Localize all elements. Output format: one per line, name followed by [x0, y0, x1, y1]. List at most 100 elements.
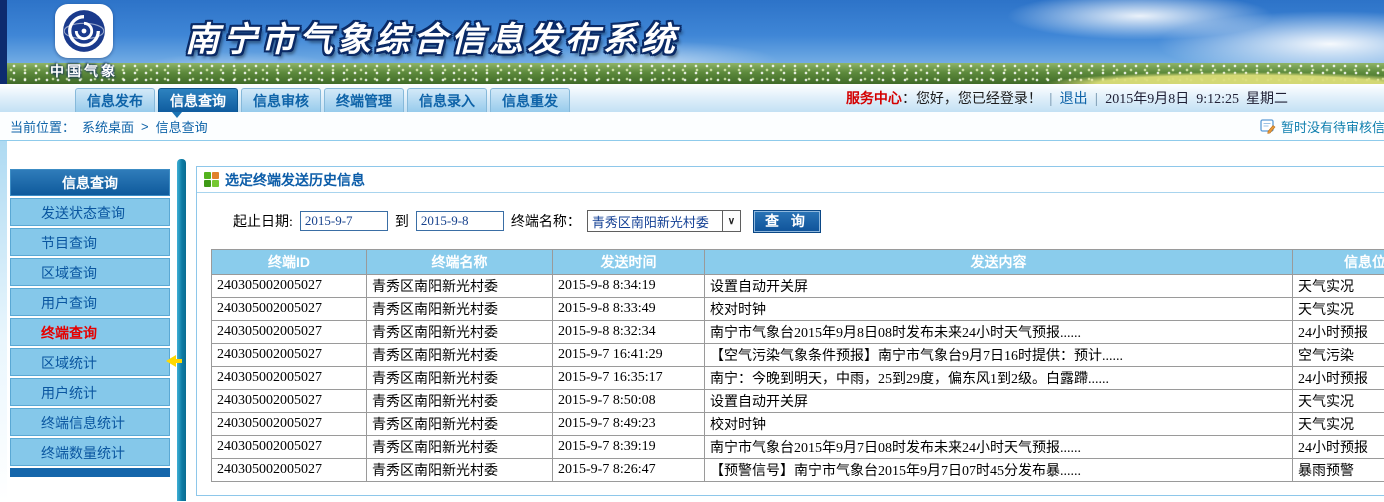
table-cell: 24小时预报 — [1293, 436, 1384, 459]
breadcrumb: 当前位置： 系统桌面 > 信息查询 — [10, 117, 208, 136]
table-cell: 240305002005027 — [212, 459, 367, 482]
table-cell: 校对时钟 — [705, 413, 1293, 436]
nav-separator: | — [1049, 90, 1053, 106]
sidebar-item[interactable]: 发送状态查询 — [10, 198, 170, 226]
logout-link[interactable]: 退出 — [1060, 88, 1088, 108]
table-cell: 南宁市气象台2015年9月8日08时发布未来24小时天气预报...... — [705, 321, 1293, 344]
nav-tab[interactable]: 信息录入 — [407, 88, 487, 112]
date-range-label: 起止日期: — [233, 211, 293, 231]
table-cell: 【预警信号】南宁市气象台2015年9月7日07时45分发布暴...... — [705, 459, 1293, 482]
table-cell: 24小时预报 — [1293, 321, 1384, 344]
nav-separator: | — [1095, 90, 1099, 106]
nav-right: 服务中心 ： 您好，您已经登录！ | 退出 | 2015年9月8日 9:12:2… — [846, 84, 1288, 112]
service-center-colon: ： — [902, 88, 916, 108]
terminal-name-label: 终端名称： — [511, 211, 581, 231]
table-cell: 青秀区南阳新光村委 — [367, 275, 553, 298]
header-banner: 中国气象 南宁市气象综合信息发布系统 — [0, 0, 1384, 84]
service-center-label: 服务中心 — [846, 88, 902, 108]
note-pencil-icon — [1260, 118, 1276, 134]
nav-tab[interactable]: 信息重发 — [490, 88, 570, 112]
table-cell: 青秀区南阳新光村委 — [367, 390, 553, 413]
breadcrumb-label: 当前位置： — [10, 117, 75, 136]
sidebar-item[interactable]: 区域统计 — [10, 348, 170, 376]
table-cell: 【空气污染气象条件预报】南宁市气象台9月7日16时提供：预计...... — [705, 344, 1293, 367]
sidebar-divider[interactable] — [177, 159, 186, 501]
nav-tab[interactable]: 信息查询 — [158, 88, 238, 112]
table-cell: 设置自动开关屏 — [705, 390, 1293, 413]
sidebar-item[interactable]: 终端数量统计 — [10, 438, 170, 466]
table-head: 终端ID终端名称发送时间发送内容信息位置 — [212, 250, 1384, 275]
panel-title: 选定终端发送历史信息 — [225, 170, 365, 190]
sidebar-item[interactable]: 终端信息统计 — [10, 408, 170, 436]
table-cell: 青秀区南阳新光村委 — [367, 436, 553, 459]
query-form: 起止日期: 到 终端名称： 青秀区南阳新光村委 ∨ 查 询 — [197, 193, 1384, 249]
table-cell: 天气实况 — [1293, 275, 1384, 298]
breadcrumb-bar: 当前位置： 系统桌面 > 信息查询 暂时没有待审核信息 — [0, 112, 1384, 141]
table-cell: 设置自动开关屏 — [705, 275, 1293, 298]
sidebar-items: 发送状态查询节目查询区域查询用户查询终端查询区域统计用户统计终端信息统计终端数量… — [10, 198, 170, 466]
table-cell: 2015-9-8 8:34:19 — [553, 275, 705, 298]
page: 中国气象 南宁市气象综合信息发布系统 信息发布信息查询信息审核终端管理信息录入信… — [0, 0, 1384, 502]
main-nav: 信息发布信息查询信息审核终端管理信息录入信息重发 服务中心 ： 您好，您已经登录… — [0, 84, 1384, 112]
nav-tab[interactable]: 信息发布 — [75, 88, 155, 112]
table-body: 240305002005027青秀区南阳新光村委2015-9-8 8:34:19… — [212, 275, 1384, 482]
table-row: 240305002005027青秀区南阳新光村委2015-9-7 8:26:47… — [212, 459, 1384, 482]
table-cell: 2015-9-7 8:26:47 — [553, 459, 705, 482]
breadcrumb-current: 信息查询 — [156, 117, 208, 136]
table-cell: 南宁：今晚到明天，中雨，25到29度，偏东风1到2级。白露蹛...... — [705, 367, 1293, 390]
sidebar-item[interactable]: 终端查询 — [10, 318, 170, 346]
pending-review-text: 暂时没有待审核信息 — [1281, 117, 1384, 136]
collapse-arrow-icon[interactable] — [166, 355, 176, 367]
nav-tab[interactable]: 终端管理 — [324, 88, 404, 112]
datetime-display: 2015年9月8日 9:12:25 星期二 — [1105, 88, 1288, 108]
table-cell: 青秀区南阳新光村委 — [367, 459, 553, 482]
to-label: 到 — [395, 211, 409, 231]
table-cell: 天气实况 — [1293, 413, 1384, 436]
query-button[interactable]: 查 询 — [753, 210, 821, 233]
table-cell: 青秀区南阳新光村委 — [367, 367, 553, 390]
active-tab-pointer-icon — [172, 112, 182, 118]
table-cell: 2015-9-7 8:50:08 — [553, 390, 705, 413]
panel-header: 选定终端发送历史信息 — [197, 167, 1384, 193]
header-grass — [0, 63, 1384, 84]
table-cell: 青秀区南阳新光村委 — [367, 344, 553, 367]
table-cell: 240305002005027 — [212, 275, 367, 298]
nav-tab[interactable]: 信息审核 — [241, 88, 321, 112]
table-cell: 240305002005027 — [212, 436, 367, 459]
table-cell: 2015-9-7 16:41:29 — [553, 344, 705, 367]
sidebar-item[interactable]: 用户查询 — [10, 288, 170, 316]
table-row: 240305002005027青秀区南阳新光村委2015-9-7 16:41:2… — [212, 344, 1384, 367]
table-cell: 240305002005027 — [212, 321, 367, 344]
sidebar-item[interactable]: 节目查询 — [10, 228, 170, 256]
terminal-select[interactable]: 青秀区南阳新光村委 ∨ — [587, 210, 741, 232]
pending-review-notice[interactable]: 暂时没有待审核信息 — [1260, 112, 1384, 140]
table-cell: 青秀区南阳新光村委 — [367, 298, 553, 321]
main-panel: 选定终端发送历史信息 起止日期: 到 终端名称： 青秀区南阳新光村委 ∨ 查 询… — [196, 166, 1384, 496]
column-header: 发送内容 — [705, 250, 1293, 275]
sidebar-item[interactable]: 区域查询 — [10, 258, 170, 286]
table-cell: 240305002005027 — [212, 413, 367, 436]
table-cell: 空气污染 — [1293, 344, 1384, 367]
table-row: 240305002005027青秀区南阳新光村委2015-9-8 8:32:34… — [212, 321, 1384, 344]
date-from-input[interactable] — [300, 211, 388, 231]
terminal-select-value: 青秀区南阳新光村委 — [588, 212, 722, 231]
date-to-input[interactable] — [416, 211, 504, 231]
cma-spiral-icon — [62, 9, 106, 53]
table-row: 240305002005027青秀区南阳新光村委2015-9-8 8:34:19… — [212, 275, 1384, 298]
table-cell: 2015-9-7 16:35:17 — [553, 367, 705, 390]
table-header-row: 终端ID终端名称发送时间发送内容信息位置 — [212, 250, 1384, 275]
sidebar-item[interactable]: 用户统计 — [10, 378, 170, 406]
table-cell: 天气实况 — [1293, 390, 1384, 413]
logo-caption: 中国气象 — [26, 61, 142, 81]
table-cell: 2015-9-7 8:49:23 — [553, 413, 705, 436]
chevron-down-icon: ∨ — [722, 211, 740, 231]
table-row: 240305002005027青秀区南阳新光村委2015-9-8 8:33:49… — [212, 298, 1384, 321]
column-header: 终端名称 — [367, 250, 553, 275]
header-left-strip — [0, 0, 7, 84]
column-header: 终端ID — [212, 250, 367, 275]
breadcrumb-home-link[interactable]: 系统桌面 — [82, 117, 134, 136]
table-row: 240305002005027青秀区南阳新光村委2015-9-7 8:39:19… — [212, 436, 1384, 459]
table-cell: 暴雨预警 — [1293, 459, 1384, 482]
login-greeting: 您好，您已经登录！ — [916, 88, 1042, 108]
breadcrumb-separator: > — [141, 119, 149, 134]
